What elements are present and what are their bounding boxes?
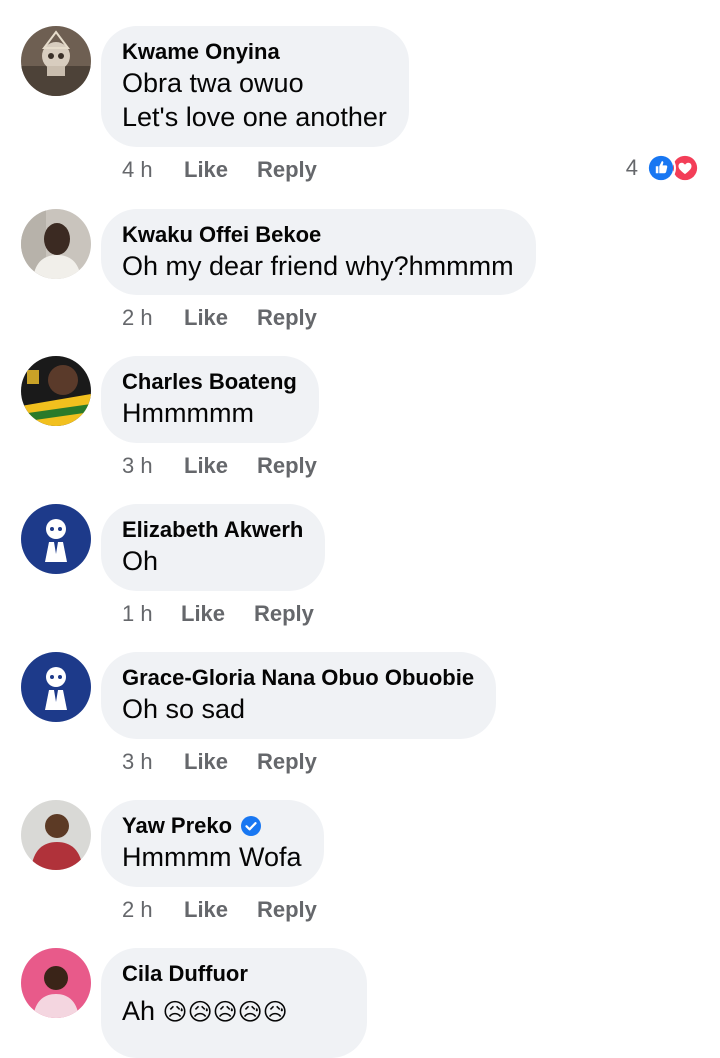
comment-bubble: Kwame Onyina Obra twa owuo Let's love on… xyxy=(101,26,409,147)
comment-author[interactable]: Kwaku Offei Bekoe xyxy=(122,221,514,249)
comment-text-line: Oh my dear friend why?hmmmm xyxy=(122,251,514,281)
verified-badge-icon xyxy=(241,816,262,836)
reaction-count: 4 xyxy=(625,155,638,180)
comment-actions: 1 h Like Reply xyxy=(122,600,314,628)
comment-bubble: Grace-Gloria Nana Obuo Obuobie Oh so sad xyxy=(101,652,497,739)
comment-bubble: Cila Duffuor Ah 😥😥😥😥😥 xyxy=(101,948,367,1058)
comment-text-line: Ah 😥😥😥😥😥 xyxy=(122,996,288,1026)
reaction-summary[interactable]: 4 xyxy=(626,153,700,183)
sad-relieved-emoji: 😥😥😥😥😥 xyxy=(162,998,288,1026)
like-button[interactable]: Like xyxy=(184,896,257,924)
comment-actions: 2 h Like Reply xyxy=(122,896,317,924)
comment-text-line: Oh xyxy=(122,546,159,576)
comment-actions: 2 h Like Reply xyxy=(122,304,317,332)
avatar[interactable] xyxy=(21,652,91,722)
avatar[interactable] xyxy=(21,26,91,96)
comment-actions: 3 h Like Reply xyxy=(122,748,317,776)
avatar[interactable] xyxy=(21,800,91,870)
like-button[interactable]: Like xyxy=(184,304,257,332)
avatar[interactable] xyxy=(21,209,91,279)
comment-text-line: Oh so sad xyxy=(122,694,246,724)
comment-author[interactable]: Cila Duffuor xyxy=(122,960,345,988)
avatar[interactable] xyxy=(21,948,91,1018)
timestamp[interactable]: 1 h xyxy=(122,600,181,628)
reply-button[interactable]: Reply xyxy=(257,896,317,924)
timestamp[interactable]: 3 h xyxy=(122,452,184,480)
like-button[interactable]: Like xyxy=(181,600,254,628)
reply-button[interactable]: Reply xyxy=(257,452,317,480)
comment-text-line: Hmmmm Wofa xyxy=(122,842,302,872)
comment-bubble: Kwaku Offei Bekoe Oh my dear friend why?… xyxy=(101,209,536,295)
comment-author[interactable]: Yaw Preko xyxy=(122,812,302,840)
comment-text-line: Hmmmmm xyxy=(122,398,254,428)
comment-bubble: Charles Boateng Hmmmmm xyxy=(101,356,319,443)
reply-button[interactable]: Reply xyxy=(257,156,317,184)
comment-bubble: Yaw Preko Hmmmm Wofa xyxy=(101,800,324,887)
reply-button[interactable]: Reply xyxy=(257,748,317,776)
comment-author[interactable]: Grace-Gloria Nana Obuo Obuobie xyxy=(122,664,474,692)
timestamp[interactable]: 3 h xyxy=(122,748,184,776)
timestamp[interactable]: 2 h xyxy=(122,304,184,332)
reply-button[interactable]: Reply xyxy=(257,304,317,332)
like-thumb-icon xyxy=(646,153,676,183)
like-button[interactable]: Like xyxy=(184,748,257,776)
like-button[interactable]: Like xyxy=(184,156,257,184)
comment-actions: 4 h Like Reply xyxy=(122,156,317,184)
comment-author[interactable]: Charles Boateng xyxy=(122,368,297,396)
timestamp[interactable]: 4 h xyxy=(122,156,184,184)
comment-text-line: Let's love one another xyxy=(122,102,387,132)
comment-text-line: Obra twa owuo xyxy=(122,68,304,98)
comment-author[interactable]: Kwame Onyina xyxy=(122,38,387,66)
comment-bubble: Elizabeth Akwerh Oh xyxy=(101,504,326,591)
avatar[interactable] xyxy=(21,356,91,426)
comment-author[interactable]: Elizabeth Akwerh xyxy=(122,516,303,544)
avatar[interactable] xyxy=(21,504,91,574)
like-button[interactable]: Like xyxy=(184,452,257,480)
reply-button[interactable]: Reply xyxy=(254,600,314,628)
timestamp[interactable]: 2 h xyxy=(122,896,184,924)
comment-actions: 3 h Like Reply xyxy=(122,452,317,480)
